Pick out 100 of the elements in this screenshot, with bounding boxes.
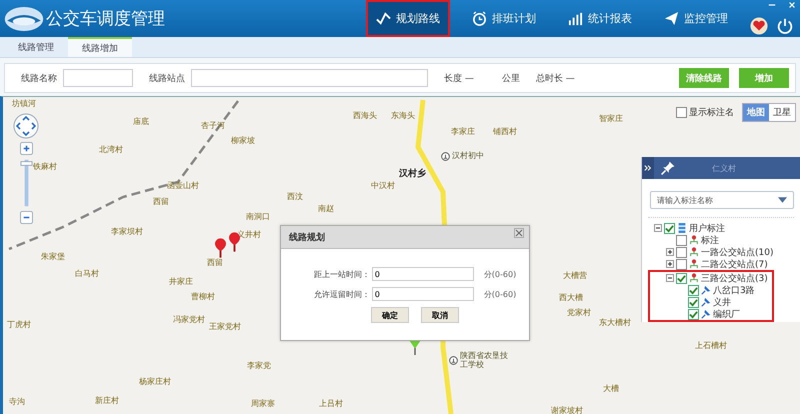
checkbox[interactable] [676, 107, 687, 118]
close-icon[interactable] [514, 228, 524, 238]
pushpin-icon[interactable] [660, 160, 676, 176]
checkbox[interactable] [688, 284, 699, 296]
map-type-toggle[interactable]: 卫星 [769, 104, 795, 121]
network-icon [689, 235, 699, 245]
place-name: 西留 [207, 259, 223, 268]
checkbox[interactable] [676, 272, 687, 284]
place-name: 铁麻村 [33, 163, 57, 172]
app-title: 公交车调度管理 [46, 8, 165, 30]
tree-item[interactable]: 用户标注 [689, 222, 725, 234]
tree-item[interactable]: 八岔口3路 [713, 284, 755, 296]
place-name: 西大槽 [559, 294, 583, 303]
zoom-in-icon[interactable] [20, 142, 32, 155]
map-pin-icon[interactable] [215, 238, 226, 259]
paper-plane-icon [664, 11, 679, 26]
place-name: 汉村初中 [452, 152, 484, 161]
nav-tab[interactable]: 排班计划 [462, 0, 546, 37]
place-name: 杨家庄村 [139, 378, 171, 387]
tree-item[interactable]: 标注 [701, 234, 719, 246]
nav-tab[interactable]: 统计报表 [558, 0, 642, 37]
dialog-button[interactable]: 取消 [421, 307, 459, 323]
place-name: 柳家坡 [231, 137, 255, 146]
dialog-button[interactable]: 确定 [371, 307, 409, 323]
tree-toggle[interactable] [666, 260, 674, 268]
tree-item[interactable]: 义井 [713, 296, 731, 308]
place-name: 西留 [153, 198, 169, 207]
place-name: 曹柳村 [191, 293, 215, 302]
field-label: 线路站点 [149, 72, 185, 84]
dialog-title: 线路规划 [289, 231, 325, 244]
minutes-field[interactable]: 0 [372, 287, 474, 301]
place-name: 丁虎村 [7, 321, 31, 330]
place-name: 王家党村 [209, 323, 241, 332]
place-name: 新庄村 [95, 397, 119, 406]
unit-label: 公里 [502, 72, 520, 84]
layers-icon [677, 223, 687, 233]
checkbox-label: 显示标注名 [689, 106, 734, 119]
map-area[interactable] [0, 96, 800, 414]
power-icon[interactable] [776, 16, 794, 34]
clock-icon [472, 11, 487, 26]
place-name: 汉村乡 [399, 170, 426, 180]
place-name: 西海头 [353, 112, 377, 121]
tab[interactable]: 线路增加 [68, 37, 132, 57]
place-name: 李家庄 [451, 128, 475, 137]
map-pin-icon[interactable] [409, 341, 421, 355]
place-name: 仁义村 [712, 162, 736, 174]
tree-toggle[interactable] [666, 274, 674, 282]
place-name: 坊镇河 [12, 100, 36, 109]
place-name: 北湾村 [99, 146, 123, 155]
zoom-out-icon[interactable] [20, 211, 32, 224]
nav-tab[interactable]: 规划路线 [366, 0, 450, 37]
field-label: 线路名称 [21, 72, 57, 84]
route-name-field[interactable] [63, 69, 133, 87]
place-name: 铺西村 [493, 128, 517, 137]
school-icon [441, 152, 450, 161]
tree-toggle[interactable] [666, 248, 674, 256]
pan-control-icon[interactable] [13, 113, 39, 139]
place-name: 寺沟 [9, 398, 25, 407]
pushpin-icon [701, 309, 711, 319]
tree-item[interactable]: 编织厂 [713, 308, 740, 320]
place-name: 冯家党村 [173, 316, 205, 325]
network-icon [689, 273, 699, 283]
tab[interactable]: 线路管理 [4, 37, 68, 57]
length-label: 长度 — [444, 72, 474, 84]
expand-icon[interactable] [642, 157, 654, 179]
place-name: 杏子河 [201, 122, 225, 131]
checkbox[interactable] [688, 296, 699, 308]
place-name: 上吕村 [319, 400, 343, 409]
duration-label: 总时长 — [536, 72, 575, 84]
tree-item[interactable]: 一路公交站点(10) [701, 246, 774, 258]
map-pin-icon[interactable] [229, 232, 240, 253]
checkbox[interactable] [676, 234, 687, 246]
place-name: 朱家堡 [41, 253, 65, 262]
logo-icon [4, 4, 44, 32]
checkbox[interactable] [664, 222, 675, 234]
school-icon [449, 356, 458, 366]
checkbox[interactable] [688, 308, 699, 320]
tree-item[interactable]: 二路公交站点(7) [701, 258, 768, 270]
place-name: 函壶山村 [167, 182, 199, 191]
zoom-slider-icon[interactable] [20, 158, 32, 208]
nav-tab[interactable]: 监控管理 [654, 0, 738, 37]
check-line-icon [376, 11, 391, 26]
place-name: 西汶 [287, 193, 303, 202]
place-name: 上石槽村 [695, 342, 727, 351]
place-name: 南洞口 [246, 213, 270, 222]
place-name: 李家坝村 [111, 228, 143, 237]
tree-toggle[interactable] [654, 224, 662, 232]
pushpin-icon [701, 297, 711, 307]
range-hint: 分(0-60) [484, 268, 516, 280]
marker-search-field[interactable]: 请输入标注名称 [650, 191, 794, 209]
field-label: 距上一站时间： [314, 268, 370, 280]
place-name: 白马村 [75, 270, 99, 279]
checkbox[interactable] [676, 258, 687, 270]
place-name: 李家党 [247, 362, 271, 371]
place-name: 中汉村 [371, 182, 395, 191]
checkbox[interactable] [676, 246, 687, 258]
minutes-field[interactable]: 0 [372, 267, 474, 281]
route-stops-field[interactable] [191, 69, 428, 87]
place-name: 大槽营 [563, 272, 587, 281]
place-name: 南赵 [318, 205, 334, 214]
